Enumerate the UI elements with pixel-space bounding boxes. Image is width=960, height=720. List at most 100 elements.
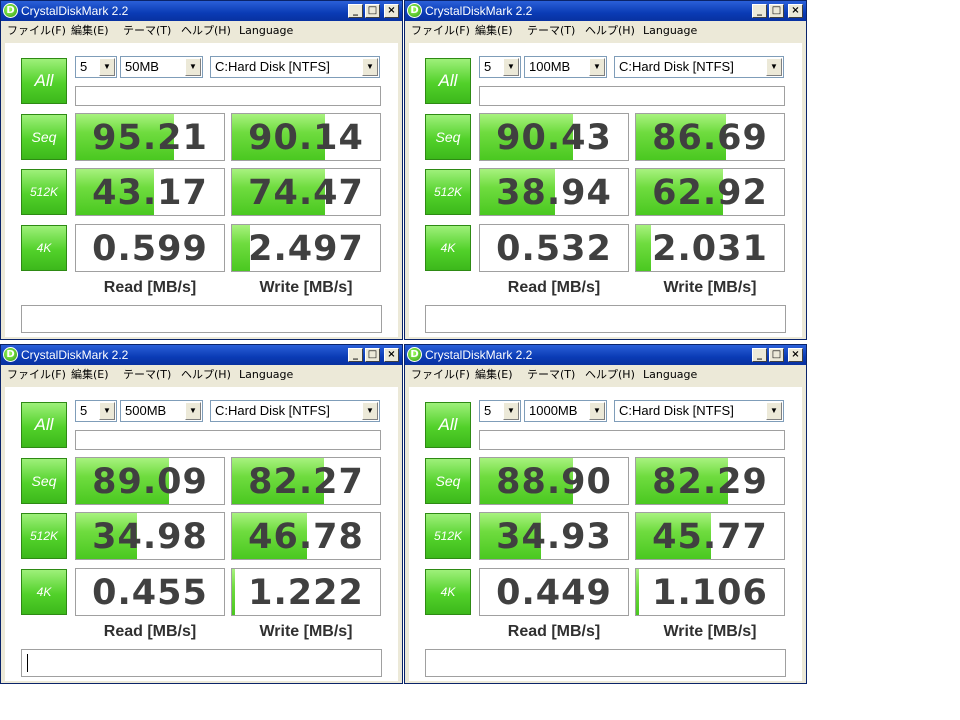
chevron-down-icon[interactable]: ▼ [362, 58, 378, 76]
menu-help[interactable]: ヘルプ(H) [181, 368, 231, 382]
close-icon[interactable]: × [788, 348, 803, 362]
drive-select[interactable]: C:Hard Disk [NTFS] ▼ [614, 400, 784, 422]
maximize-icon[interactable]: □ [769, 4, 784, 18]
menu-file[interactable]: ファイル(F) [411, 24, 470, 38]
all-button[interactable]: All [21, 58, 67, 104]
seq-button[interactable]: Seq [21, 458, 67, 504]
minimize-icon[interactable]: _ [348, 4, 363, 18]
menu-edit[interactable]: 編集(E) [475, 24, 513, 38]
512k-button[interactable]: 512K [21, 169, 67, 215]
chevron-down-icon[interactable]: ▼ [99, 58, 115, 76]
comment-input[interactable] [425, 649, 786, 677]
test-size-select[interactable]: 500MB ▼ [120, 400, 203, 422]
4k-read-value: 0.449 [496, 573, 612, 613]
menu-language[interactable]: Language [239, 368, 293, 382]
menu-edit[interactable]: 編集(E) [71, 368, 109, 382]
minimize-icon[interactable]: _ [348, 348, 363, 362]
seq-write-value: 86.69 [652, 118, 768, 158]
menu-file[interactable]: ファイル(F) [411, 368, 470, 382]
test-count-select[interactable]: 5 ▼ [479, 400, 521, 422]
512k-write-result: 74.47 [231, 168, 381, 216]
chevron-down-icon[interactable]: ▼ [503, 402, 519, 420]
progress-bar [75, 430, 381, 450]
progress-bar [479, 86, 785, 106]
4k-button[interactable]: 4K [21, 225, 67, 271]
4k-button[interactable]: 4K [425, 225, 471, 271]
menu-edit[interactable]: 編集(E) [475, 368, 513, 382]
seq-write-value: 82.27 [248, 462, 364, 502]
menu-file[interactable]: ファイル(F) [7, 24, 66, 38]
chevron-down-icon[interactable]: ▼ [503, 58, 519, 76]
512k-button[interactable]: 512K [21, 513, 67, 559]
menu-theme[interactable]: テーマ(T) [527, 368, 575, 382]
close-icon[interactable]: × [384, 348, 399, 362]
menu-language[interactable]: Language [643, 368, 697, 382]
test-count-select[interactable]: 5 ▼ [75, 400, 117, 422]
4k-button[interactable]: 4K [21, 569, 67, 615]
drive-value: C:Hard Disk [NTFS] [619, 59, 734, 74]
test-size-value: 500MB [125, 403, 167, 418]
4k-button[interactable]: 4K [425, 569, 471, 615]
chevron-down-icon[interactable]: ▼ [766, 402, 782, 420]
close-icon[interactable]: × [384, 4, 399, 18]
test-size-select[interactable]: 50MB ▼ [120, 56, 203, 78]
test-count-select[interactable]: 5 ▼ [479, 56, 521, 78]
chevron-down-icon[interactable]: ▼ [589, 58, 605, 76]
all-button[interactable]: All [21, 402, 67, 448]
drive-select[interactable]: C:Hard Disk [NTFS] ▼ [210, 56, 380, 78]
title-bar[interactable]: D CrystalDiskMark 2.2 _ □ × [1, 1, 402, 21]
test-size-value: 50MB [125, 59, 159, 74]
512k-read-result: 43.17 [75, 168, 225, 216]
seq-read-value: 95.21 [92, 118, 208, 158]
512k-write-value: 74.47 [248, 173, 364, 213]
all-button[interactable]: All [425, 402, 471, 448]
test-size-value: 1000MB [529, 403, 578, 418]
menu-language[interactable]: Language [239, 24, 293, 38]
title-bar[interactable]: D CrystalDiskMark 2.2 _ □ × [1, 345, 402, 365]
benchmark-window-1000mb: D CrystalDiskMark 2.2 _ □ × ファイル(F) 編集(E… [404, 344, 807, 684]
menu-theme[interactable]: テーマ(T) [123, 368, 171, 382]
seq-button[interactable]: Seq [21, 114, 67, 160]
chevron-down-icon[interactable]: ▼ [185, 402, 201, 420]
all-button[interactable]: All [425, 58, 471, 104]
menu-theme[interactable]: テーマ(T) [123, 24, 171, 38]
512k-button[interactable]: 512K [425, 169, 471, 215]
menu-help[interactable]: ヘルプ(H) [585, 368, 635, 382]
menu-help[interactable]: ヘルプ(H) [585, 24, 635, 38]
drive-select[interactable]: C:Hard Disk [NTFS] ▼ [614, 56, 784, 78]
seq-button[interactable]: Seq [425, 114, 471, 160]
comment-input[interactable] [21, 649, 382, 677]
minimize-icon[interactable]: _ [752, 348, 767, 362]
close-icon[interactable]: × [788, 4, 803, 18]
chevron-down-icon[interactable]: ▼ [766, 58, 782, 76]
title-bar[interactable]: D CrystalDiskMark 2.2 _ □ × [405, 1, 806, 21]
maximize-icon[interactable]: □ [365, 4, 380, 18]
app-icon: D [407, 347, 422, 362]
menu-file[interactable]: ファイル(F) [7, 368, 66, 382]
title-bar[interactable]: D CrystalDiskMark 2.2 _ □ × [405, 345, 806, 365]
comment-input[interactable] [21, 305, 382, 333]
client-area: All 5 ▼ 100MB ▼ C:Hard Disk [NTFS] ▼ Seq… [409, 43, 802, 337]
minimize-icon[interactable]: _ [752, 4, 767, 18]
4k-read-result: 0.599 [75, 224, 225, 272]
comment-input[interactable] [425, 305, 786, 333]
test-size-select[interactable]: 1000MB ▼ [524, 400, 607, 422]
chevron-down-icon[interactable]: ▼ [362, 402, 378, 420]
maximize-icon[interactable]: □ [365, 348, 380, 362]
test-count-value: 5 [80, 59, 88, 74]
write-column-label: Write [MB/s] [663, 279, 757, 296]
seq-button[interactable]: Seq [425, 458, 471, 504]
test-size-select[interactable]: 100MB ▼ [524, 56, 607, 78]
menu-theme[interactable]: テーマ(T) [527, 24, 575, 38]
maximize-icon[interactable]: □ [769, 348, 784, 362]
512k-button[interactable]: 512K [425, 513, 471, 559]
menu-help[interactable]: ヘルプ(H) [181, 24, 231, 38]
drive-select[interactable]: C:Hard Disk [NTFS] ▼ [210, 400, 380, 422]
menu-language[interactable]: Language [643, 24, 697, 38]
menu-edit[interactable]: 編集(E) [71, 24, 109, 38]
test-count-select[interactable]: 5 ▼ [75, 56, 117, 78]
512k-read-result: 34.93 [479, 512, 629, 560]
chevron-down-icon[interactable]: ▼ [99, 402, 115, 420]
chevron-down-icon[interactable]: ▼ [185, 58, 201, 76]
chevron-down-icon[interactable]: ▼ [589, 402, 605, 420]
